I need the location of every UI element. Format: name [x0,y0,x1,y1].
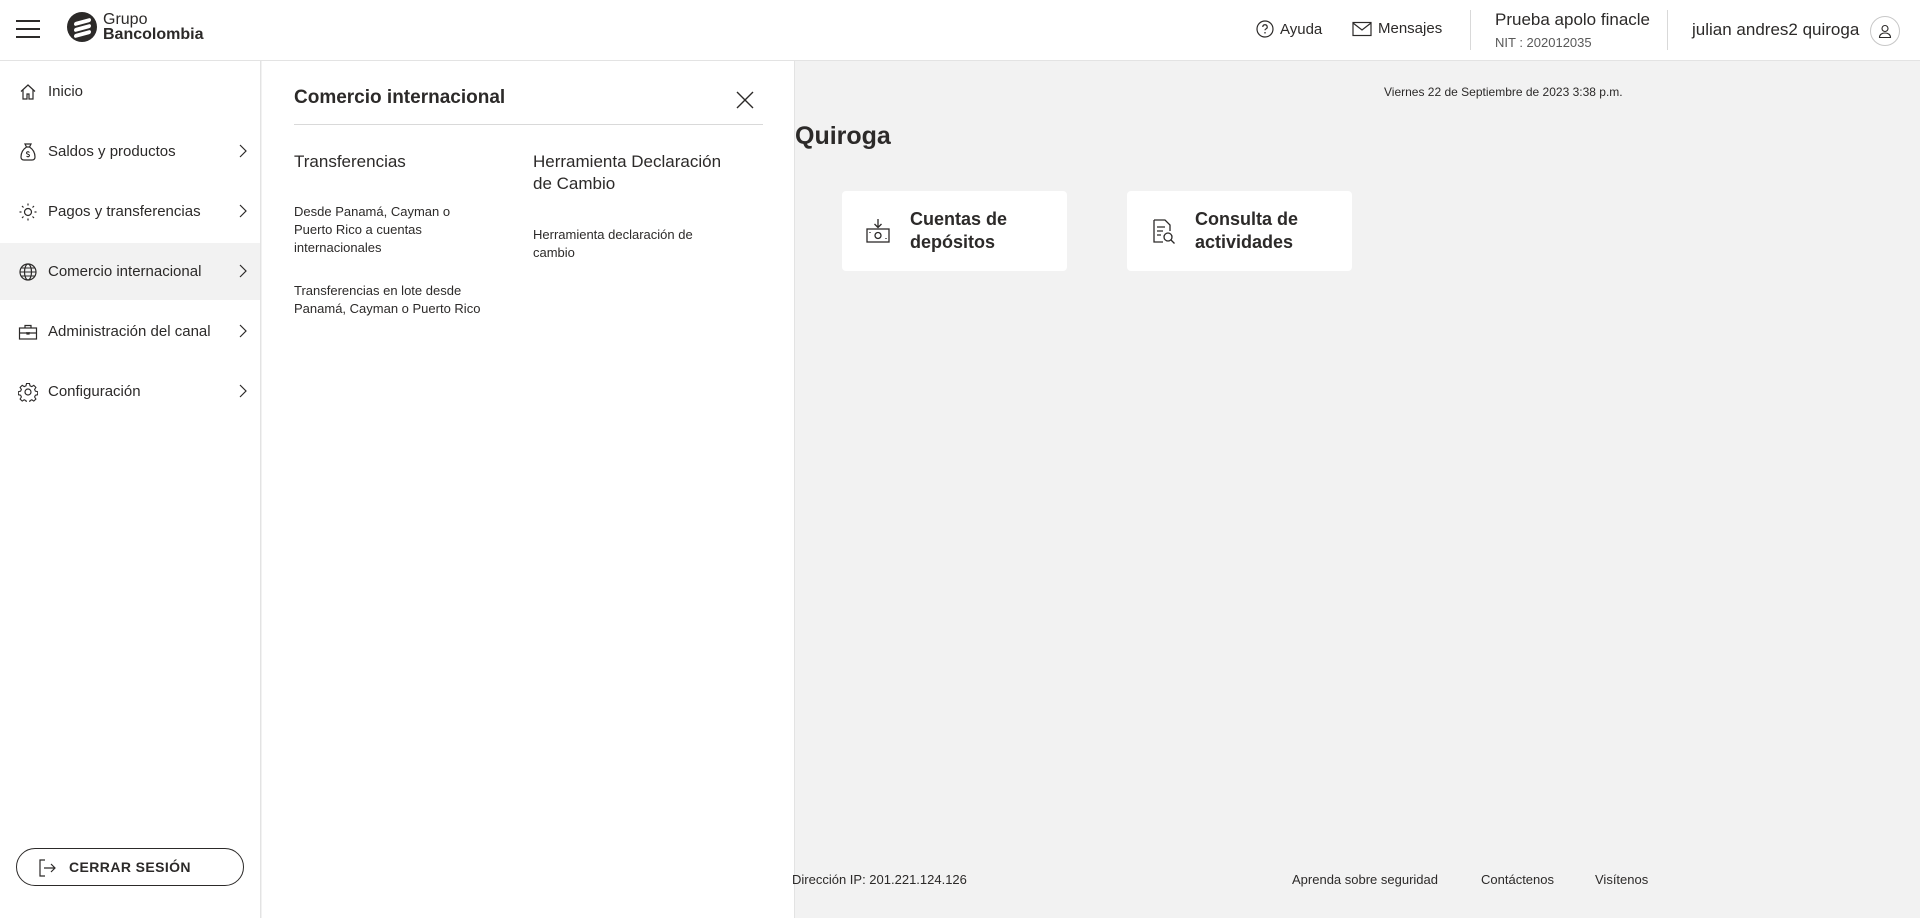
panel-title: Comercio internacional [294,87,506,108]
logout-label: CERRAR SESIÓN [69,859,191,875]
footer-link-contactenos[interactable]: Contáctenos [1481,872,1554,887]
gear-icon [18,382,38,402]
user-name[interactable]: julian andres2 quiroga [1692,20,1859,40]
messages-label: Mensajes [1378,20,1443,37]
submenu-link-desde-panama[interactable]: Desde Panamá, Cayman o Puerto Rico a cue… [294,203,469,257]
panel-divider [294,124,763,125]
sidebar-item-saldos[interactable]: Saldos y productos [0,123,260,180]
mail-icon [1352,21,1372,36]
deposit-icon [866,219,890,243]
sidebar-item-label: Saldos y productos [48,143,176,160]
sidebar-item-configuracion[interactable]: Configuración [0,363,260,420]
submenu-link-herramienta-declaracion[interactable]: Herramienta declaración de cambio [533,226,708,262]
top-header: Grupo Bancolombia Ayuda Mensajes Prueba … [0,0,1920,61]
chevron-right-icon [239,144,247,158]
logout-button[interactable]: CERRAR SESIÓN [16,848,244,886]
transfer-icon [18,202,38,222]
company-nit: NIT : 202012035 [1495,35,1592,50]
chevron-right-icon [239,384,247,398]
company-selector[interactable]: Prueba apolo finacle NIT : 202012035 [1495,10,1650,50]
help-link[interactable]: Ayuda [1256,20,1322,38]
card-cuentas-depositos[interactable]: Cuentas de depósitos [842,191,1067,271]
card-consulta-actividades[interactable]: Consulta de actividades [1127,191,1352,271]
sidebar-item-label: Configuración [48,383,141,400]
home-icon [18,82,38,102]
money-bag-icon [18,142,38,162]
sidebar: Inicio Saldos y productos Pagos y transf… [0,61,261,918]
chevron-right-icon [239,264,247,278]
messages-link[interactable]: Mensajes [1352,20,1442,37]
logo-line2: Bancolombia [103,26,204,43]
sidebar-item-label: Administración del canal [48,323,211,340]
user-avatar-icon[interactable] [1870,16,1900,46]
greeting-title: Quiroga [795,122,891,150]
card-label: Cuentas de depósitos [910,209,1008,252]
panel-col2-heading: Herramienta Declaración de Cambio [533,152,722,193]
footer-ip: Dirección IP: 201.221.124.126 [792,872,967,887]
bancolombia-logo[interactable]: Grupo Bancolombia [67,11,204,43]
globe-icon [18,262,38,282]
document-search-icon [1153,219,1175,244]
card-label: Consulta de actividades [1195,209,1299,252]
logo-mark-icon [67,12,97,42]
briefcase-icon [18,322,38,342]
close-icon[interactable] [734,89,756,111]
current-date: Viernes 22 de Septiembre de 2023 3:38 p.… [1384,85,1623,99]
logout-icon [39,859,56,877]
footer-link-seguridad[interactable]: Aprenda sobre seguridad [1292,872,1438,887]
menu-icon[interactable] [16,20,40,40]
panel-col1-heading: Transferencias [294,152,406,171]
submenu-panel: Comercio internacional Transferencias De… [262,61,795,918]
sidebar-item-comercio[interactable]: Comercio internacional [0,243,260,300]
chevron-right-icon [239,324,247,338]
footer-link-visitenos[interactable]: Visítenos [1595,872,1648,887]
submenu-link-transferencias-lote[interactable]: Transferencias en lote desde Panamá, Cay… [294,282,494,318]
help-icon [1256,20,1274,38]
sidebar-item-label: Pagos y transferencias [48,203,201,220]
company-name: Prueba apolo finacle [1495,10,1651,29]
sidebar-item-label: Inicio [48,83,84,100]
sidebar-item-inicio[interactable]: Inicio [0,63,260,120]
logo-line1: Grupo [103,11,148,28]
sidebar-item-administracion[interactable]: Administración del canal [0,303,260,360]
chevron-right-icon [239,204,247,218]
sidebar-item-label: Comercio internacional [48,263,202,280]
help-label: Ayuda [1280,20,1323,38]
sidebar-item-pagos[interactable]: Pagos y transferencias [0,183,260,240]
